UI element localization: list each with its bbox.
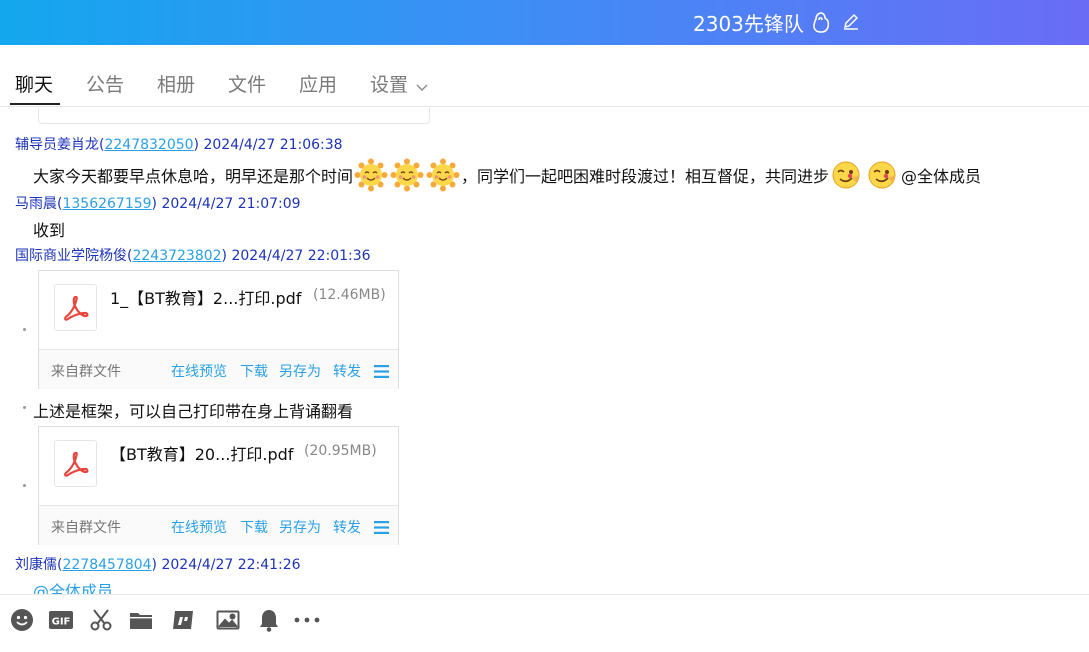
message-bullet	[23, 406, 26, 409]
message-sender: 辅导员姜肖龙(2247832050) 2024/4/27 21:06:38	[15, 137, 343, 153]
tab-album[interactable]: 相册	[157, 70, 195, 97]
tab-files[interactable]: 文件	[228, 70, 266, 97]
menu-icon[interactable]	[374, 519, 389, 534]
save-as-link[interactable]: 另存为	[279, 517, 321, 537]
pdf-file-icon	[54, 284, 97, 331]
svg-text:GIF: GIF	[52, 617, 71, 628]
file-name[interactable]: 1_【BT教育】2...打印.pdf	[110, 285, 301, 309]
file-card-footer: 来自群文件 在线预览 下载 另存为 转发	[39, 349, 398, 389]
image-icon[interactable]	[215, 607, 241, 633]
fist-icon[interactable]	[810, 10, 832, 34]
tab-chat[interactable]: 聊天	[15, 70, 53, 97]
tab-settings[interactable]: 设置	[370, 70, 428, 97]
file-size: (20.95MB)	[304, 443, 377, 459]
sender-name[interactable]: 辅导员姜肖龙	[15, 137, 99, 153]
sun-emoji-icon	[426, 158, 460, 192]
message-time: 2024/4/27 22:01:36	[231, 248, 371, 264]
chevron-down-icon	[416, 75, 428, 97]
pencil-icon[interactable]	[842, 13, 860, 31]
mention-all[interactable]: @全体成员	[33, 578, 113, 594]
message-text-part: 上述是框架，可以自己打印带在身上背诵翻看	[33, 402, 354, 421]
message-text-part: ，同学们一起吧困难时段渡过！相互督促，共同进步	[461, 167, 830, 186]
emoji-icon[interactable]	[9, 607, 35, 633]
file-card-header: 【BT教育】20...打印.pdf (20.95MB)	[39, 427, 398, 505]
scissors-icon[interactable]	[88, 607, 114, 633]
message-time: 2024/4/27 21:07:09	[161, 196, 301, 212]
message-sender: 刘康儒(2278457804) 2024/4/27 22:41:26	[15, 557, 301, 573]
download-link[interactable]: 下载	[240, 517, 268, 537]
message-bullet	[23, 484, 26, 487]
sender-name[interactable]: 马雨晨	[15, 196, 57, 212]
message-text: 上述是框架，可以自己打印带在身上背诵翻看	[33, 398, 353, 422]
sender-name[interactable]: 国际商业学院杨俊	[15, 248, 127, 264]
active-tab-indicator	[10, 103, 60, 105]
message-time: 2024/4/27 21:06:38	[203, 137, 343, 153]
file-card[interactable]: 1_【BT教育】2...打印.pdf (12.46MB) 来自群文件 在线预览 …	[38, 270, 399, 389]
wink-emoji-icon	[866, 158, 900, 192]
tab-settings-label: 设置	[370, 74, 409, 96]
message-time: 2024/4/27 22:41:26	[161, 557, 301, 573]
sender-qq-link[interactable]: 2278457804	[62, 557, 151, 573]
preview-online-link[interactable]: 在线预览	[171, 517, 227, 537]
file-card-footer: 来自群文件 在线预览 下载 另存为 转发	[39, 505, 398, 545]
sender-qq-link[interactable]: 2247832050	[104, 137, 193, 153]
message-text-part: 大家今天都要早点休息哈，明早还是那个时间	[33, 167, 354, 186]
message-text-part: 收到	[33, 221, 66, 240]
tab-announcement[interactable]: 公告	[86, 70, 124, 97]
bell-icon[interactable]	[256, 607, 282, 633]
file-size: (12.46MB)	[313, 287, 386, 303]
message-text: 收到	[33, 217, 65, 241]
sun-emoji-icon	[390, 158, 424, 192]
file-name[interactable]: 【BT教育】20...打印.pdf	[110, 441, 293, 465]
message-sender: 国际商业学院杨俊(2243723802) 2024/4/27 22:01:36	[15, 248, 371, 264]
forward-link[interactable]: 转发	[333, 517, 361, 537]
sun-emoji-icon	[354, 158, 388, 192]
message-sender: 马雨晨(1356267159) 2024/4/27 21:07:09	[15, 196, 301, 212]
message-text: 大家今天都要早点休息哈，明早还是那个时间 ，同学们一起吧困难时段渡过！相互督促，…	[33, 158, 981, 192]
gif-icon[interactable]: GIF	[48, 607, 74, 633]
download-link[interactable]: 下载	[240, 361, 268, 381]
tab-bar: 聊天 公告 相册 文件 应用 设置	[0, 45, 1089, 107]
group-title: 2303先锋队	[693, 11, 804, 36]
mention-all[interactable]: @全体成员	[901, 163, 981, 187]
file-card[interactable]: 【BT教育】20...打印.pdf (20.95MB) 来自群文件 在线预览 下…	[38, 426, 399, 545]
message-text: @全体成员	[33, 578, 113, 594]
previous-card-edge	[38, 108, 430, 124]
chat-history[interactable]: 辅导员姜肖龙(2247832050) 2024/4/27 21:06:38 大家…	[0, 108, 1089, 594]
title-bar: 2303先锋队	[0, 0, 1089, 45]
folder-icon[interactable]	[128, 607, 154, 633]
forward-link[interactable]: 转发	[333, 361, 361, 381]
more-icon[interactable]	[294, 607, 320, 633]
menu-icon[interactable]	[374, 363, 389, 378]
file-source: 来自群文件	[51, 364, 121, 380]
tab-apps[interactable]: 应用	[299, 70, 337, 97]
sender-name[interactable]: 刘康儒	[15, 557, 57, 573]
file-source: 来自群文件	[51, 520, 121, 536]
file-card-header: 1_【BT教育】2...打印.pdf (12.46MB)	[39, 271, 398, 349]
title-wrap: 2303先锋队	[693, 8, 860, 36]
pdf-file-icon	[54, 440, 97, 487]
sender-qq-link[interactable]: 2243723802	[132, 248, 221, 264]
preview-online-link[interactable]: 在线预览	[171, 361, 227, 381]
message-bullet	[23, 328, 26, 331]
sticker-icon[interactable]	[170, 607, 196, 633]
input-toolbar: GIF	[0, 594, 1089, 652]
sender-qq-link[interactable]: 1356267159	[62, 196, 151, 212]
wink-emoji-icon	[830, 158, 864, 192]
save-as-link[interactable]: 另存为	[279, 361, 321, 381]
